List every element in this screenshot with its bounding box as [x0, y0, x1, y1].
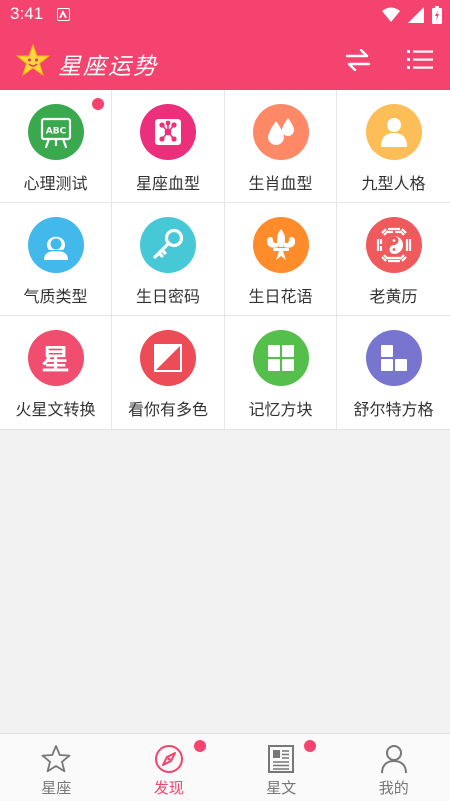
swap-button[interactable] — [340, 45, 376, 75]
abc-board-icon: ABC — [27, 104, 84, 160]
fleur-de-lis-icon — [252, 217, 309, 273]
svg-text:ABC: ABC — [45, 127, 66, 137]
tool-schulte-grid[interactable]: 舒尔特方格 — [337, 316, 450, 429]
nav-item-discover[interactable]: 发现 — [113, 734, 226, 801]
nav-label: 发现 — [153, 779, 184, 797]
bottom-nav: 星座 发现 星文 我的 — [0, 733, 450, 801]
blocks-icon — [365, 330, 422, 386]
menu-button[interactable] — [402, 45, 438, 75]
nav-item-mine[interactable]: 我的 — [338, 734, 450, 801]
tool-memory-blocks[interactable]: 记忆方块 — [225, 316, 337, 429]
list-menu-icon — [407, 50, 433, 69]
tool-temperament[interactable]: 气质类型 — [0, 203, 112, 316]
color-square-icon — [140, 330, 196, 386]
bagua-icon — [365, 217, 422, 273]
constellation-icon — [140, 104, 196, 160]
tool-label: 火星文转换 — [15, 400, 96, 419]
tool-martian-text[interactable]: 星 火星文转换 — [0, 316, 112, 429]
star-icon — [40, 743, 72, 775]
tool-label: 生日花语 — [248, 287, 313, 306]
star-char-glyph: 星 — [41, 343, 70, 376]
tool-birthday-code[interactable]: 生日密码 — [112, 203, 225, 316]
key-icon — [140, 217, 196, 273]
tool-enneagram[interactable]: 九型人格 — [337, 90, 450, 203]
notification-badge — [193, 740, 206, 752]
tool-label: 舒尔特方格 — [353, 400, 434, 419]
tool-label: 星座血型 — [135, 174, 200, 193]
tool-label: 记忆方块 — [248, 400, 313, 419]
signal-icon — [408, 7, 424, 23]
notification-badge — [92, 98, 104, 110]
tool-psych-test[interactable]: ABC 心理测试 — [0, 90, 112, 203]
tool-label: 心理测试 — [23, 174, 88, 193]
four-squares-icon — [252, 330, 309, 386]
nav-label: 我的 — [378, 779, 409, 797]
status-icons — [382, 6, 442, 24]
nav-label: 星座 — [41, 779, 72, 797]
tool-label: 生日密码 — [135, 287, 200, 306]
blood-drops-icon — [252, 104, 309, 160]
woman-icon — [27, 217, 84, 273]
nav-item-articles[interactable]: 星文 — [225, 734, 338, 801]
tool-color-test[interactable]: 看你有多色 — [112, 316, 225, 429]
user-icon — [378, 743, 410, 775]
notification-badge — [304, 740, 316, 752]
app-title: 星座运势 — [58, 54, 158, 80]
tool-label: 生肖血型 — [248, 174, 313, 193]
tools-grid: ABC 心理测试 星座血型 生肖血型 九型人格 气质类型 生日密码 生日花语 老… — [0, 90, 450, 430]
tool-label: 老黄历 — [369, 287, 418, 306]
tool-label: 九型人格 — [361, 174, 426, 193]
status-time: 3:41 — [10, 4, 44, 23]
status-bar: 3:41 — [0, 0, 450, 30]
nav-label: 星文 — [266, 779, 297, 797]
tool-zodiac-blood[interactable]: 生肖血型 — [225, 90, 337, 203]
tool-birthday-flower[interactable]: 生日花语 — [225, 203, 337, 316]
app-notification-icon — [57, 8, 70, 21]
nav-item-constellation[interactable]: 星座 — [0, 734, 113, 801]
app-bar: 星座运势 — [0, 30, 450, 90]
tool-label: 气质类型 — [23, 287, 88, 306]
tool-label: 看你有多色 — [127, 400, 208, 419]
compass-icon — [153, 743, 185, 775]
person-icon — [365, 104, 422, 160]
battery-icon — [432, 6, 442, 24]
swap-arrows-icon — [345, 49, 371, 71]
newspaper-icon — [265, 743, 297, 775]
tool-almanac[interactable]: 老黄历 — [337, 203, 450, 316]
tool-constellation-blood[interactable]: 星座血型 — [112, 90, 225, 203]
star-logo-icon — [16, 44, 50, 77]
wifi-icon — [382, 7, 400, 22]
star-char-icon: 星 — [27, 330, 84, 386]
